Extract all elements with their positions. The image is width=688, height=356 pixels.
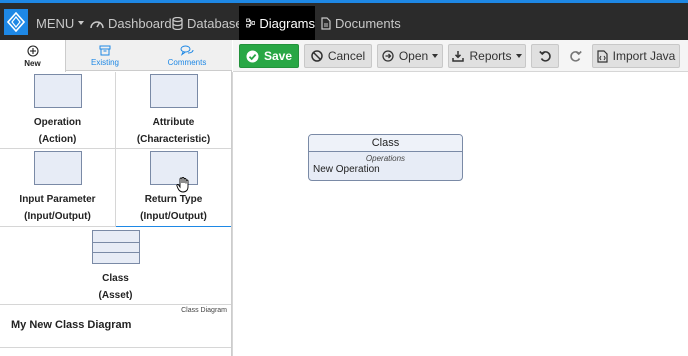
button-label: Cancel bbox=[327, 49, 366, 63]
button-label: Import Java bbox=[612, 49, 676, 63]
dashboard-icon bbox=[90, 21, 104, 29]
palette-class[interactable]: Class (Asset) bbox=[58, 230, 173, 304]
left-panel: New Existing Comments Operation (Action) bbox=[0, 40, 232, 356]
nav-database[interactable]: Database bbox=[172, 6, 243, 40]
palette-attribute[interactable]: Attribute (Characteristic) bbox=[116, 74, 231, 148]
ban-icon bbox=[311, 50, 323, 62]
palette-label: Attribute bbox=[152, 117, 195, 128]
palette-divider bbox=[0, 148, 231, 149]
input-parameter-shape-icon bbox=[33, 151, 82, 185]
logo-diamond-icon bbox=[7, 12, 25, 32]
app-logo[interactable] bbox=[4, 9, 28, 35]
save-button[interactable]: Save bbox=[239, 44, 299, 68]
cancel-button[interactable]: Cancel bbox=[304, 44, 372, 68]
tab-existing[interactable]: Existing bbox=[70, 40, 140, 71]
palette-sublabel: (Characteristic) bbox=[136, 134, 211, 145]
reports-dropdown-button[interactable]: Reports bbox=[448, 44, 526, 68]
redo-button[interactable] bbox=[562, 44, 588, 68]
diagram-icon bbox=[246, 18, 256, 28]
nav-label: Documents bbox=[335, 15, 401, 31]
nav-label: Dashboard bbox=[108, 15, 172, 31]
panel-tabs: New Existing Comments bbox=[0, 40, 232, 72]
palette-sublabel: (Input/Output) bbox=[140, 211, 207, 222]
plus-circle-icon bbox=[26, 44, 39, 57]
top-navbar: MENU Dashboard Database Diagrams Documen… bbox=[0, 0, 688, 40]
class-shape-icon bbox=[91, 230, 140, 264]
tab-label: Comments bbox=[167, 57, 207, 67]
palette-sublabel: (Input/Output) bbox=[24, 211, 91, 222]
download-icon bbox=[452, 51, 465, 62]
diagram-type-label: Class Diagram bbox=[181, 307, 227, 314]
nav-label: Diagrams bbox=[259, 15, 315, 31]
circle-arrow-right-icon bbox=[382, 50, 394, 62]
chevron-down-icon bbox=[515, 54, 522, 58]
operation-shape-icon bbox=[33, 74, 82, 108]
chevron-down-icon bbox=[432, 54, 439, 58]
menu-label: MENU bbox=[36, 15, 75, 31]
attribute-shape-icon bbox=[149, 74, 198, 108]
uml-class-node[interactable]: Class Operations New Operation bbox=[308, 134, 463, 181]
palette-label: Return Type bbox=[144, 194, 203, 205]
class-operation[interactable]: New Operation bbox=[309, 164, 462, 175]
document-icon bbox=[321, 16, 331, 30]
nav-diagrams[interactable]: Diagrams bbox=[239, 6, 315, 40]
redo-icon bbox=[569, 50, 582, 62]
undo-icon bbox=[538, 50, 551, 62]
check-circle-icon bbox=[246, 50, 259, 62]
hand-cursor-icon bbox=[176, 177, 189, 193]
open-dropdown-button[interactable]: Open bbox=[377, 44, 443, 68]
palette-sublabel: (Asset) bbox=[98, 290, 133, 301]
button-label: Reports bbox=[469, 49, 512, 63]
operations-section-label: Operations bbox=[365, 154, 406, 163]
tab-label: New bbox=[24, 58, 41, 68]
editor-toolbar: Save Cancel Open Reports Import Java bbox=[233, 40, 688, 72]
import-java-button[interactable]: Import Java bbox=[592, 44, 680, 68]
palette-label: Class bbox=[102, 273, 129, 284]
palette-label: Operation bbox=[33, 117, 82, 128]
nav-documents[interactable]: Documents bbox=[321, 6, 401, 40]
tab-comments[interactable]: Comments bbox=[152, 40, 222, 71]
class-title[interactable]: Class bbox=[309, 135, 462, 152]
archive-icon bbox=[99, 45, 111, 55]
database-icon bbox=[172, 16, 183, 30]
canvas-gutter bbox=[232, 72, 241, 356]
button-label: Save bbox=[263, 49, 293, 63]
return-type-shape-icon bbox=[149, 151, 198, 185]
undo-button[interactable] bbox=[531, 44, 559, 68]
diagram-name[interactable]: My New Class Diagram bbox=[11, 319, 131, 331]
comments-icon bbox=[180, 45, 194, 56]
palette-label: Input Parameter bbox=[19, 194, 96, 205]
diagram-canvas[interactable] bbox=[241, 73, 688, 356]
tab-new[interactable]: New bbox=[0, 40, 66, 72]
palette-input-parameter[interactable]: Input Parameter (Input/Output) bbox=[0, 151, 115, 225]
menu-dropdown[interactable]: MENU bbox=[36, 6, 85, 40]
palette-operation[interactable]: Operation (Action) bbox=[0, 74, 115, 148]
tab-label: Existing bbox=[90, 57, 119, 67]
button-label: Open bbox=[398, 49, 429, 63]
palette-sublabel: (Action) bbox=[38, 134, 77, 145]
diagram-info: Class Diagram My New Class Diagram bbox=[0, 304, 231, 348]
nav-dashboard[interactable]: Dashboard bbox=[90, 6, 172, 40]
nav-label: Database bbox=[187, 15, 243, 31]
chevron-down-icon bbox=[78, 21, 85, 25]
file-code-icon bbox=[597, 49, 608, 63]
palette-return-type[interactable]: Return Type (Input/Output) bbox=[116, 151, 231, 227]
